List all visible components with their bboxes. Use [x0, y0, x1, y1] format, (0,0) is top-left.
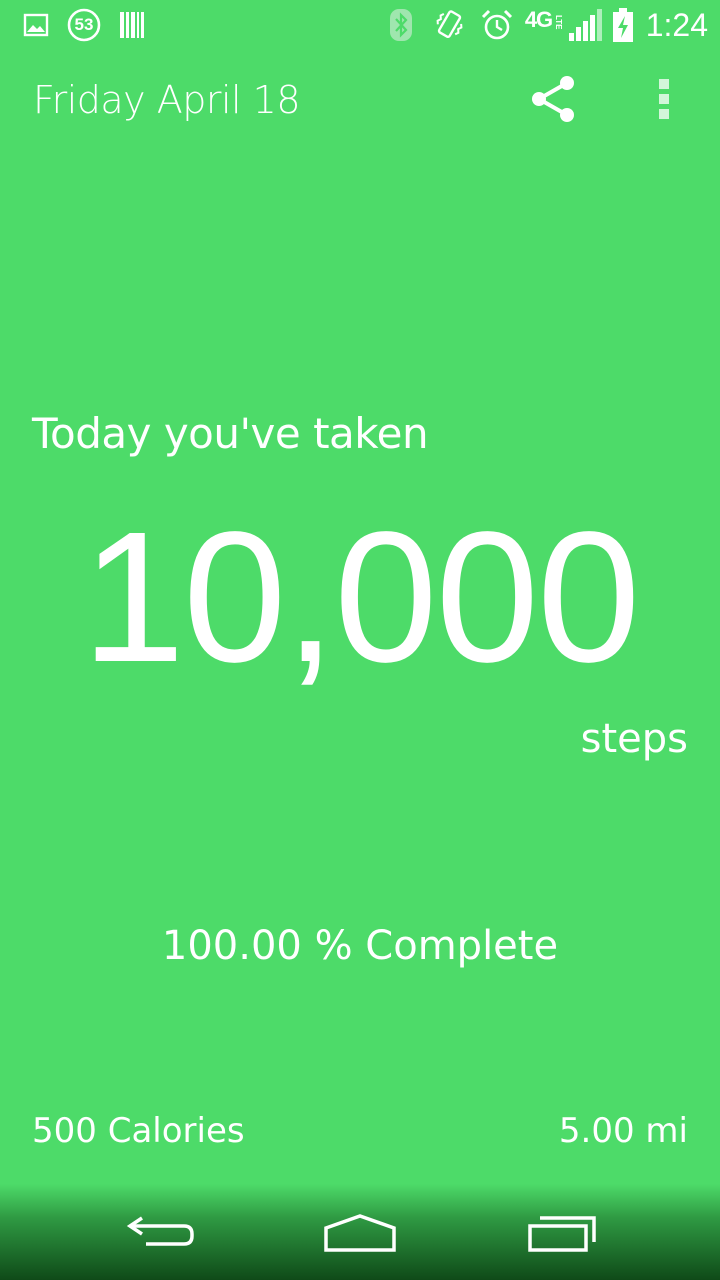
- battery-charging-icon: [610, 8, 636, 42]
- distance-value: 5.00 mi: [558, 1111, 688, 1151]
- home-button[interactable]: [310, 1202, 410, 1266]
- lte-label: LTE: [554, 14, 564, 30]
- vibrate-icon: [432, 8, 466, 42]
- recent-apps-button[interactable]: [512, 1202, 612, 1266]
- home-icon: [324, 1214, 396, 1252]
- signal-icon: [566, 8, 604, 42]
- network-type: 4G: [524, 7, 553, 32]
- counter-badge-icon: 53: [66, 8, 102, 42]
- app-bar: Friday April 18: [0, 60, 720, 140]
- recent-apps-icon: [528, 1216, 596, 1252]
- overflow-menu-icon: [659, 79, 669, 119]
- share-icon: [532, 76, 574, 122]
- navigation-bar: [0, 1184, 720, 1280]
- back-icon: [126, 1216, 194, 1246]
- status-time: 1:24: [645, 7, 708, 43]
- step-count: 10,000: [81, 494, 641, 701]
- calories-value: 500 Calories: [32, 1111, 245, 1151]
- alarm-icon: [480, 8, 514, 42]
- date-title: Friday April 18: [33, 78, 301, 122]
- status-bar: 53 4G LTE 1:24: [0, 0, 720, 50]
- bluetooth-icon: [388, 8, 414, 42]
- progress-percentage: 100.00 % Complete: [161, 923, 559, 969]
- lte-icon: 4G LTE: [524, 7, 564, 42]
- share-button[interactable]: [526, 72, 580, 126]
- intro-label: Today you've taken: [32, 409, 429, 458]
- steps-unit-label: steps: [580, 716, 688, 762]
- back-button[interactable]: [110, 1202, 210, 1266]
- gallery-icon: [22, 8, 50, 42]
- barcode-icon: [118, 8, 146, 42]
- overflow-menu-button[interactable]: [642, 72, 686, 126]
